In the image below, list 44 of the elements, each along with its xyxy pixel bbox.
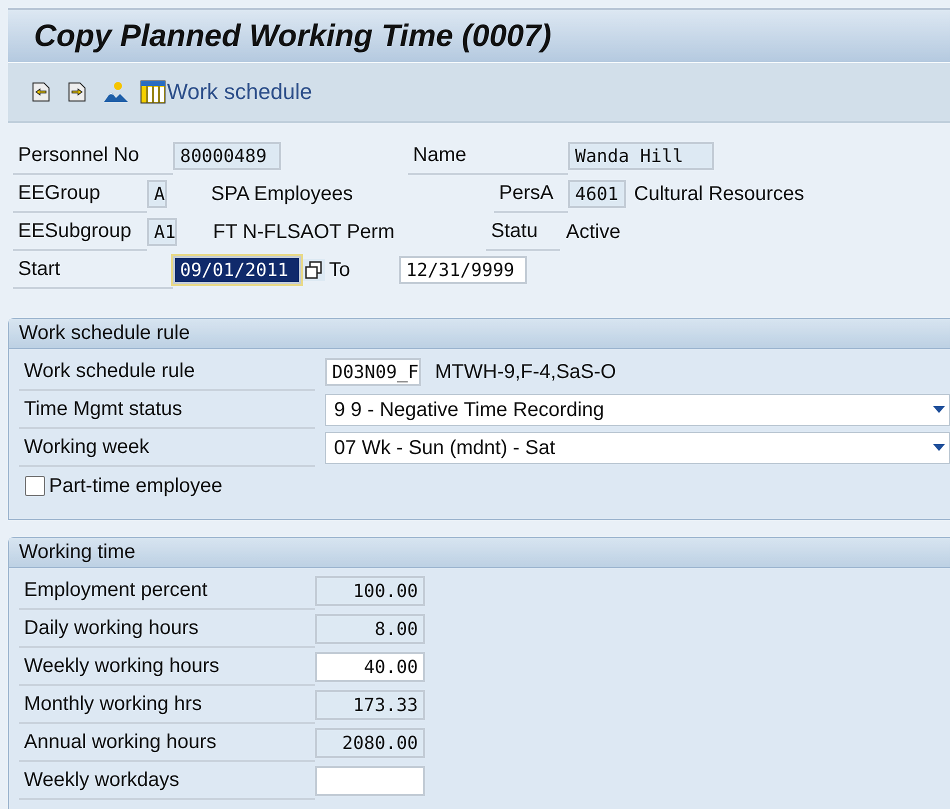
previous-record-icon[interactable] [32, 82, 50, 102]
field-label: Statu [486, 214, 560, 250]
field-label: To [328, 258, 352, 282]
next-record-icon[interactable] [68, 82, 86, 102]
field-label: Monthly working hrs [19, 686, 315, 724]
calendar-grid-icon [140, 80, 166, 104]
end-date-field[interactable]: 12/31/9999 [399, 256, 527, 284]
field-text: Cultural Resources [633, 182, 804, 206]
section-title: Working time [9, 538, 950, 568]
number-field: 100.00 [315, 576, 425, 606]
field-label: Weekly workdays [19, 762, 315, 800]
field-label: Time Mgmt status [19, 392, 315, 428]
window-title: Copy Planned Working Time (0007) [34, 18, 552, 54]
section-title: Work schedule rule [9, 319, 950, 349]
personnel-area-field: 4601 [568, 180, 626, 208]
employee-group-field: A [147, 180, 167, 208]
work-schedule-button[interactable]: Work schedule [140, 79, 312, 105]
rule-field[interactable]: D03N09_F [325, 358, 421, 386]
name-field: Wanda Hill [568, 142, 714, 170]
dropdown-arrow-icon [933, 444, 945, 452]
number-field: 8.00 [315, 614, 425, 644]
field-text: SPA Employees [210, 182, 354, 206]
number-field[interactable]: 40.00 [315, 652, 425, 682]
dropdown[interactable]: 07 Wk - Sun (mdnt) - Sat [325, 432, 950, 464]
number-field: 2080.00 [315, 728, 425, 758]
personnel-number-field: 80000489 [173, 142, 281, 170]
employee-subgroup-field: A1 [147, 218, 177, 246]
field-text: Active [565, 220, 620, 244]
field-label: Annual working hours [19, 724, 315, 762]
field-label: Weekly working hours [19, 648, 315, 686]
rule-description: MTWH-9,F-4,SaS-O [434, 360, 616, 384]
checkbox[interactable] [25, 476, 45, 496]
field-label: Work schedule rule [19, 354, 315, 390]
start-date-field[interactable]: 09/01/2011 [173, 256, 301, 284]
dropdown-arrow-icon [933, 406, 945, 414]
field-label: Employment percent [19, 572, 315, 610]
field-label: Working week [19, 430, 315, 466]
copy-icon[interactable] [303, 259, 325, 281]
field-text: FT N-FLSAOT Perm [212, 220, 396, 244]
checkbox-label: Part-time employee [49, 474, 222, 498]
dropdown[interactable]: 9 9 - Negative Time Recording [325, 394, 950, 426]
number-field[interactable] [315, 766, 425, 796]
field-label: Daily working hours [19, 610, 315, 648]
number-field: 173.33 [315, 690, 425, 720]
